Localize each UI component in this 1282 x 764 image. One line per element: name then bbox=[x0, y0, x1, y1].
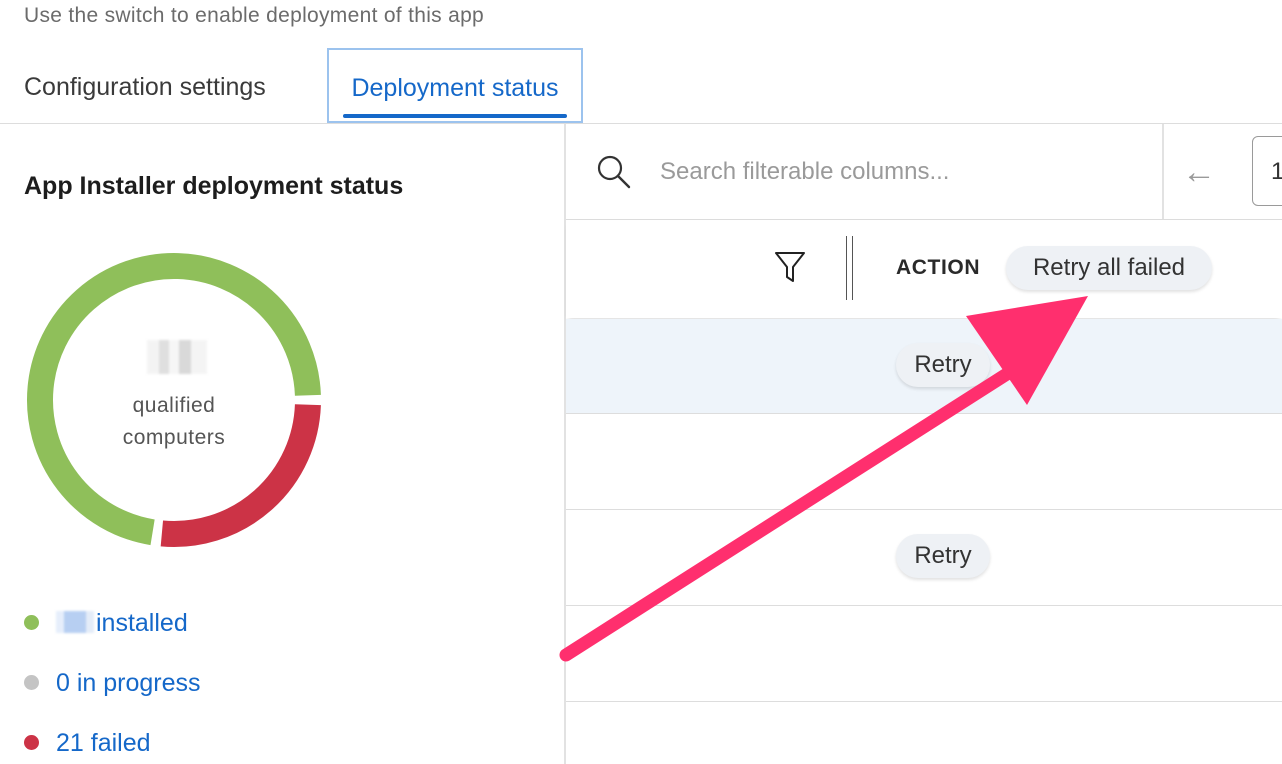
legend-installed-label: installed bbox=[96, 609, 188, 637]
table-row bbox=[566, 606, 1282, 702]
legend-in-progress-label: 0 in progress bbox=[56, 669, 201, 697]
arrow-left-icon[interactable]: ← bbox=[1182, 154, 1216, 190]
table-row: Retry bbox=[566, 319, 1282, 414]
table-row bbox=[566, 414, 1282, 510]
filter-icon[interactable] bbox=[774, 250, 806, 284]
page-number-input[interactable]: 1 bbox=[1252, 136, 1282, 206]
legend-failed[interactable]: 21 failed bbox=[24, 726, 151, 760]
qualified-count-redacted bbox=[147, 340, 207, 374]
panel-title: App Installer deployment status bbox=[24, 172, 404, 200]
tab-configuration-settings[interactable]: Configuration settings bbox=[24, 48, 266, 124]
legend-in-progress[interactable]: 0 in progress bbox=[24, 666, 201, 700]
search-input[interactable] bbox=[658, 150, 1142, 194]
tab-deployment-status[interactable]: Deployment status bbox=[327, 48, 583, 123]
deployment-status-panel: App Installer deployment status qualifie… bbox=[0, 124, 564, 764]
column-resize-handle[interactable] bbox=[844, 236, 856, 300]
center-label-line1: qualified bbox=[132, 394, 216, 417]
tab-deployment-status-label: Deployment status bbox=[351, 74, 559, 102]
retry-button[interactable]: Retry bbox=[896, 534, 990, 578]
legend-installed[interactable]: installed bbox=[24, 606, 188, 640]
table-row bbox=[566, 702, 1282, 764]
retry-button[interactable]: Retry bbox=[896, 343, 990, 387]
tab-bar: Configuration settings Deployment status bbox=[0, 48, 1282, 124]
search-icon bbox=[597, 155, 631, 189]
table-row: Retry bbox=[566, 510, 1282, 606]
toolbar-divider bbox=[1162, 124, 1164, 219]
legend-dot-failed bbox=[24, 734, 39, 750]
retry-all-failed-button[interactable]: Retry all failed bbox=[1006, 246, 1212, 290]
center-label-line2: computers bbox=[122, 426, 226, 449]
active-tab-indicator bbox=[343, 114, 567, 118]
donut-center-label: qualified computers bbox=[22, 390, 326, 454]
deployment-status-page: Use the switch to enable deployment of t… bbox=[0, 0, 1282, 764]
installed-count-redacted bbox=[56, 611, 94, 634]
page-subtitle: Use the switch to enable deployment of t… bbox=[24, 4, 485, 27]
action-column-header: ACTION bbox=[896, 256, 981, 279]
donut-center: qualified computers bbox=[22, 248, 326, 552]
legend-dot-installed bbox=[24, 614, 39, 630]
legend-failed-label: 21 failed bbox=[56, 729, 151, 757]
table-toolbar: ← 1 bbox=[566, 124, 1282, 220]
table-header-row: ACTION Retry all failed bbox=[566, 220, 1282, 318]
legend-dot-in-progress bbox=[24, 674, 39, 690]
